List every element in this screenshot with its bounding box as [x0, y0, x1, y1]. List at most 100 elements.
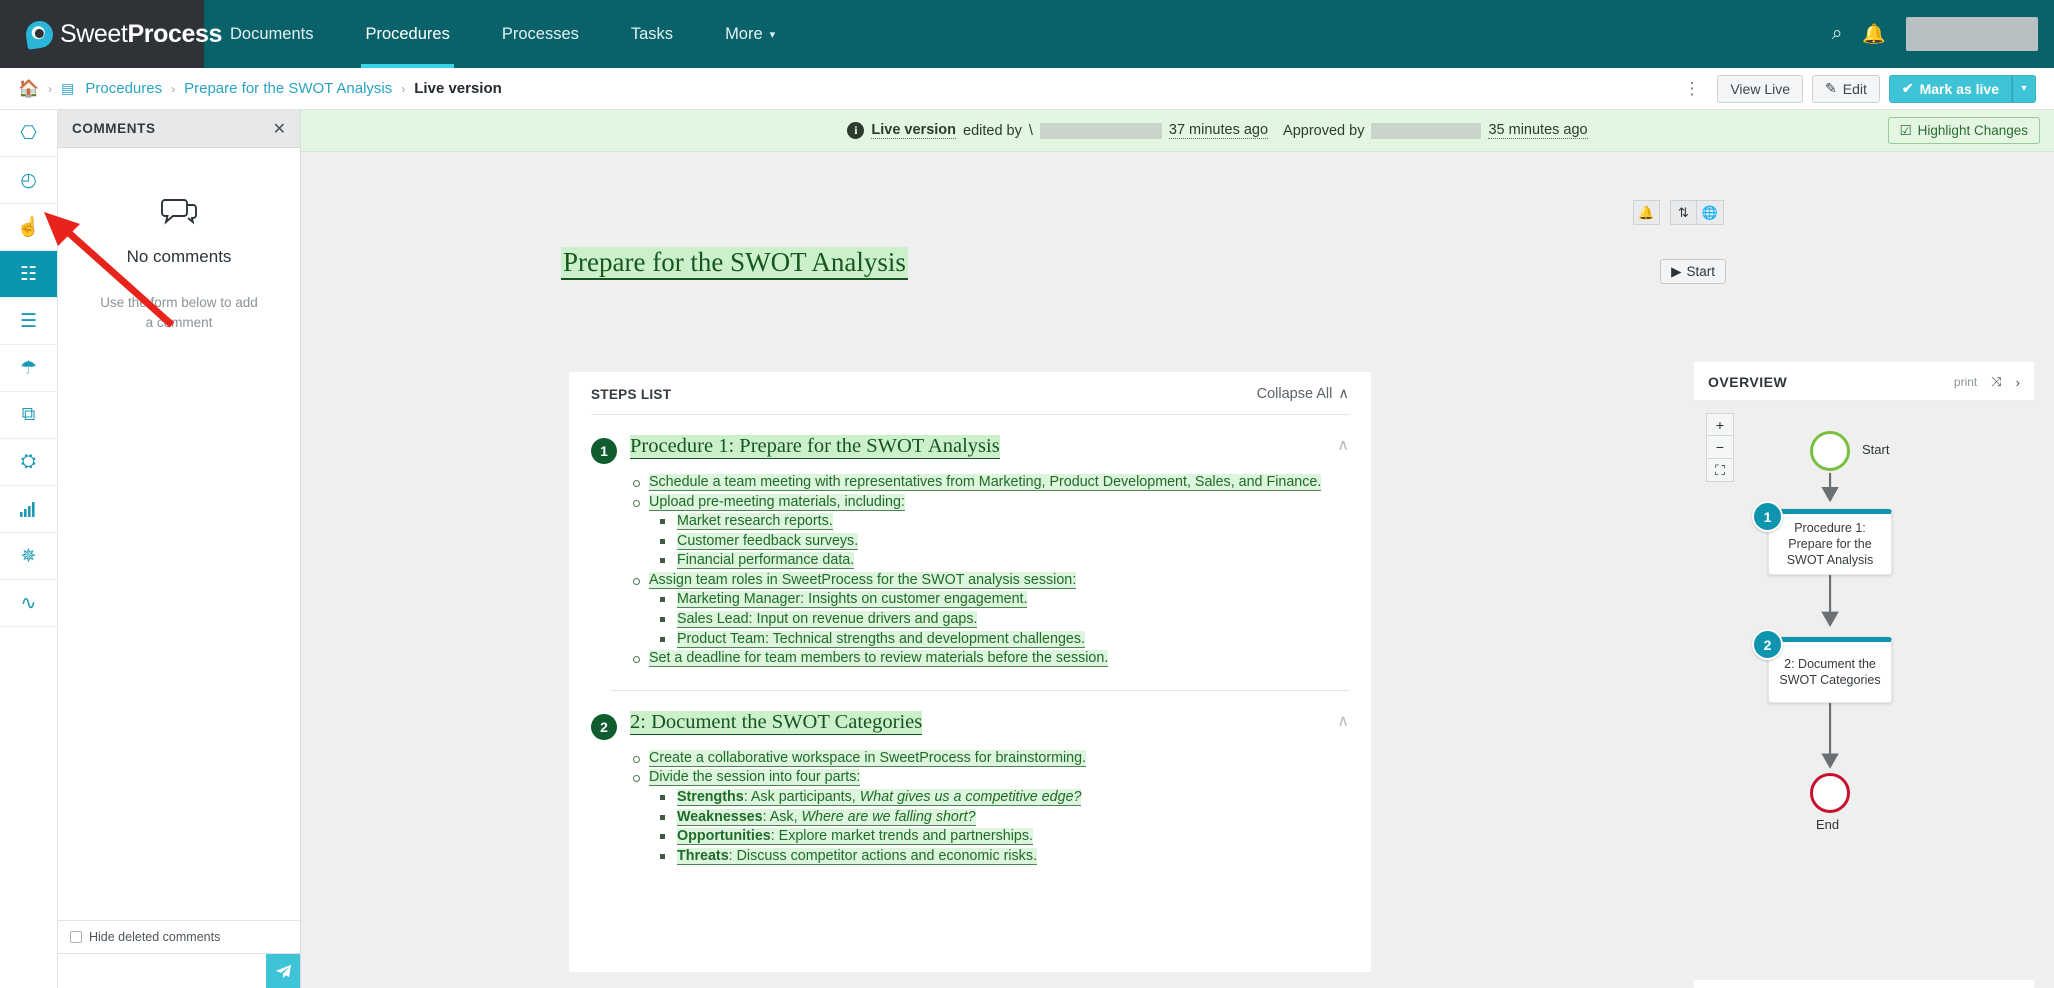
list-item: Marketing Manager: Insights on customer … — [649, 590, 1349, 609]
editor-name-prefix: \ — [1028, 122, 1033, 139]
edited-timestamp: 37 minutes ago — [1168, 122, 1269, 139]
brand-logo-area[interactable]: SweetProcess — [0, 0, 222, 68]
collapse-all-button[interactable]: Collapse All ∧ — [1257, 386, 1349, 402]
sort-icon[interactable]: ⇅ — [1670, 200, 1697, 225]
list-item-text: Sales Lead: Input on revenue drivers and… — [677, 611, 978, 629]
nav-right-actions: ⌕ 🔔 — [1832, 0, 2054, 68]
mark-as-live-dropdown-toggle[interactable]: ▾ — [2012, 74, 2036, 103]
brand-logo[interactable]: SweetProcess — [24, 18, 222, 50]
list-item-text: Market research reports. — [677, 513, 833, 531]
mark-as-live-button[interactable]: ✔ Mark as live — [1888, 74, 2012, 103]
notification-bell-icon[interactable]: 🔔 — [1633, 200, 1660, 225]
rail-item-duplicate[interactable]: ⧉ — [0, 392, 57, 439]
nav-item-tasks[interactable]: Tasks — [605, 0, 699, 68]
breadcrumb-item-procedures[interactable]: Procedures — [85, 80, 162, 97]
edit-button[interactable]: ✎ Edit — [1812, 74, 1880, 103]
nav-item-more[interactable]: More ▾ — [699, 0, 801, 68]
nav-label: Documents — [230, 24, 314, 43]
breadcrumb-item-document[interactable]: Prepare for the SWOT Analysis — [184, 80, 392, 97]
chevron-right-icon[interactable]: › — [2016, 375, 2020, 390]
checklist-icon: ☰ — [19, 310, 38, 332]
comments-empty-state: No comments Use the form below to add a … — [58, 148, 300, 920]
hide-deleted-checkbox[interactable] — [70, 931, 82, 943]
step-1-items: Schedule a team meeting with representat… — [631, 473, 1349, 668]
hide-deleted-comments-toggle[interactable]: Hide deleted comments — [58, 921, 300, 954]
home-icon[interactable]: 🏠 — [18, 79, 39, 99]
rail-item-analytics[interactable] — [0, 486, 57, 533]
view-live-button[interactable]: View Live — [1717, 74, 1804, 103]
print-button[interactable]: print — [1954, 375, 1977, 389]
term-bold: Weaknesses — [677, 808, 763, 825]
start-button[interactable]: ▶ Start — [1660, 259, 1726, 284]
breadcrumb-actions: ⋮ View Live ✎ Edit ✔ Mark as live ▾ — [1675, 74, 2036, 103]
step-2-sublist: Strengths: Ask participants, What gives … — [649, 788, 1349, 865]
expand-icon[interactable]: ⤨ — [1991, 374, 2001, 390]
main-content-area: i Live version edited by \ 37 minutes ag… — [301, 110, 2054, 988]
term-bold: Opportunities — [677, 828, 771, 845]
flow-node-end-label: End — [1816, 817, 1840, 832]
workspace: ⎔ ◴ ☝ ☷ ☰ ☂ ⧉ ⛭ ✵ ∿ COMMENTS ✕ No commen… — [0, 110, 2054, 988]
list-item-text: Weaknesses: Ask, Where are we falling sh… — [677, 808, 976, 826]
notification-tool-group: 🔔 — [1633, 200, 1660, 225]
list-item: Market research reports. — [649, 512, 1349, 531]
list-item: Financial performance data. — [649, 551, 1349, 570]
breadcrumb-item-live-version: Live version — [414, 80, 502, 97]
rail-item-approvals[interactable]: ☝ — [0, 204, 57, 251]
overview-flowchart-canvas[interactable]: + − ⛶ Start 1 Procedure 1: Prepare for t… — [1694, 400, 2034, 980]
close-icon[interactable]: ✕ — [273, 119, 286, 139]
nav-item-documents[interactable]: Documents — [204, 0, 339, 68]
step-2-title[interactable]: 2: Document the SWOT Categories — [630, 710, 923, 735]
signature-icon: ∿ — [20, 592, 37, 614]
rail-item-signature[interactable]: ∿ — [0, 580, 57, 627]
flow-node-start-label: Start — [1862, 442, 1890, 457]
live-version-label[interactable]: Live version — [871, 122, 956, 139]
rail-item-document[interactable]: ⎔ — [0, 110, 57, 157]
highlight-changes-button[interactable]: ☑ Highlight Changes — [1887, 117, 2040, 144]
term-italic: What gives us a competitive edge? — [859, 788, 1082, 805]
list-item-text: Opportunities: Explore market trends and… — [677, 828, 1033, 846]
nav-item-procedures[interactable]: Procedures — [339, 0, 475, 68]
flow-node-1[interactable]: Procedure 1: Prepare for the SWOT Analys… — [1768, 509, 1892, 575]
comments-hint-text: Use the form below to add a comment — [100, 295, 258, 330]
rail-item-settings[interactable]: ✵ — [0, 533, 57, 580]
step-2-items: Create a collaborative workspace in Swee… — [631, 749, 1349, 865]
step-1-header: 1 Procedure 1: Prepare for the SWOT Anal… — [591, 435, 1349, 464]
hide-deleted-label: Hide deleted comments — [89, 930, 221, 944]
comment-input[interactable] — [58, 954, 266, 988]
left-icon-rail: ⎔ ◴ ☝ ☷ ☰ ☂ ⧉ ⛭ ✵ ∿ — [0, 110, 58, 988]
nav-item-processes[interactable]: Processes — [476, 0, 605, 68]
step-1-collapse-chevron-icon[interactable]: ∧ — [1337, 435, 1349, 455]
approved-timestamp: 35 minutes ago — [1488, 122, 1588, 139]
top-navigation-bar: SweetProcess Documents Procedures Proces… — [0, 0, 2054, 68]
rail-item-comments[interactable]: ☷ — [0, 251, 57, 298]
flow-node-2[interactable]: 2: Document the SWOT Categories — [1768, 637, 1892, 703]
rail-item-teams[interactable]: ⛭ — [0, 439, 57, 486]
list-item-text: Product Team: Technical strengths and de… — [677, 630, 1085, 648]
comments-panel-footer: Hide deleted comments — [58, 920, 300, 988]
notification-bell-icon[interactable]: 🔔 — [1862, 22, 1886, 46]
globe-icon[interactable]: 🌐 — [1697, 200, 1724, 225]
step-2-collapse-chevron-icon[interactable]: ∧ — [1337, 711, 1349, 731]
teams-icon: ⛭ — [20, 451, 37, 472]
flow-node-end[interactable] — [1810, 773, 1850, 813]
overview-header: OVERVIEW print ⤨ › — [1694, 362, 2034, 400]
rail-item-umbrella[interactable]: ☂ — [0, 345, 57, 392]
term-rest: : Ask, — [762, 808, 802, 825]
flow-node-start[interactable] — [1810, 431, 1850, 471]
document-scroll-region[interactable]: 🔔 ⇅ 🌐 Prepare for the SWOT Analysis ▶ St… — [301, 152, 2054, 988]
user-avatar[interactable] — [1906, 17, 2038, 51]
comments-panel: COMMENTS ✕ No comments Use the form belo… — [58, 110, 301, 988]
chevron-down-icon: ▾ — [769, 28, 776, 41]
step-1-title[interactable]: Procedure 1: Prepare for the SWOT Analys… — [630, 435, 1000, 459]
rail-item-history[interactable]: ◴ — [0, 157, 57, 204]
rail-item-checklist[interactable]: ☰ — [0, 298, 57, 345]
send-comment-button[interactable] — [266, 954, 300, 988]
nav-label: Procedures — [365, 24, 450, 43]
list-item-text: Create a collaborative workspace in Swee… — [649, 749, 1087, 767]
edit-label: Edit — [1842, 80, 1867, 97]
more-options-icon[interactable]: ⋮ — [1675, 80, 1708, 97]
main-nav-items: Documents Procedures Processes Tasks Mor… — [204, 0, 801, 68]
checkbox-checked-icon: ☑ — [1899, 122, 1912, 138]
search-icon[interactable]: ⌕ — [1832, 23, 1843, 45]
list-item: Weaknesses: Ask, Where are we falling sh… — [649, 808, 1349, 827]
